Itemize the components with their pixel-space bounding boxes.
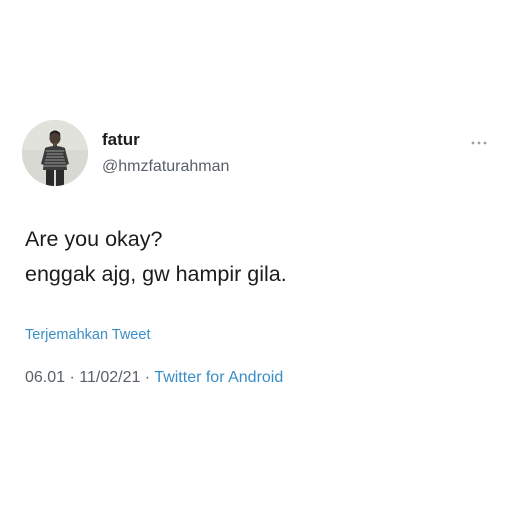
tweet-source-link[interactable]: Twitter for Android — [154, 369, 283, 386]
profile-photo-icon — [22, 120, 88, 186]
tweet-time[interactable]: 06.01 — [25, 369, 65, 386]
meta-separator: · — [140, 369, 155, 386]
user-handle[interactable]: @hmzfaturahman — [102, 157, 229, 177]
translate-tweet-link[interactable]: Terjemahkan Tweet — [25, 326, 150, 344]
avatar[interactable] — [22, 120, 88, 186]
tweet-metadata: 06.01 · 11/02/21 · Twitter for Android — [25, 368, 283, 388]
tweet-date[interactable]: 11/02/21 — [79, 369, 140, 386]
meta-separator: · — [65, 369, 80, 386]
display-name[interactable]: fatur — [102, 130, 140, 150]
tweet-text-line: Are you okay? — [25, 227, 163, 251]
tweet-text: Are you okay? enggak ajg, gw hampir gila… — [25, 222, 495, 292]
tweet-text-line: enggak ajg, gw hampir gila. — [25, 262, 287, 286]
tweet-card: fatur @hmzfaturahman Are you okay? engga… — [0, 0, 512, 512]
more-options-icon[interactable] — [469, 135, 489, 145]
